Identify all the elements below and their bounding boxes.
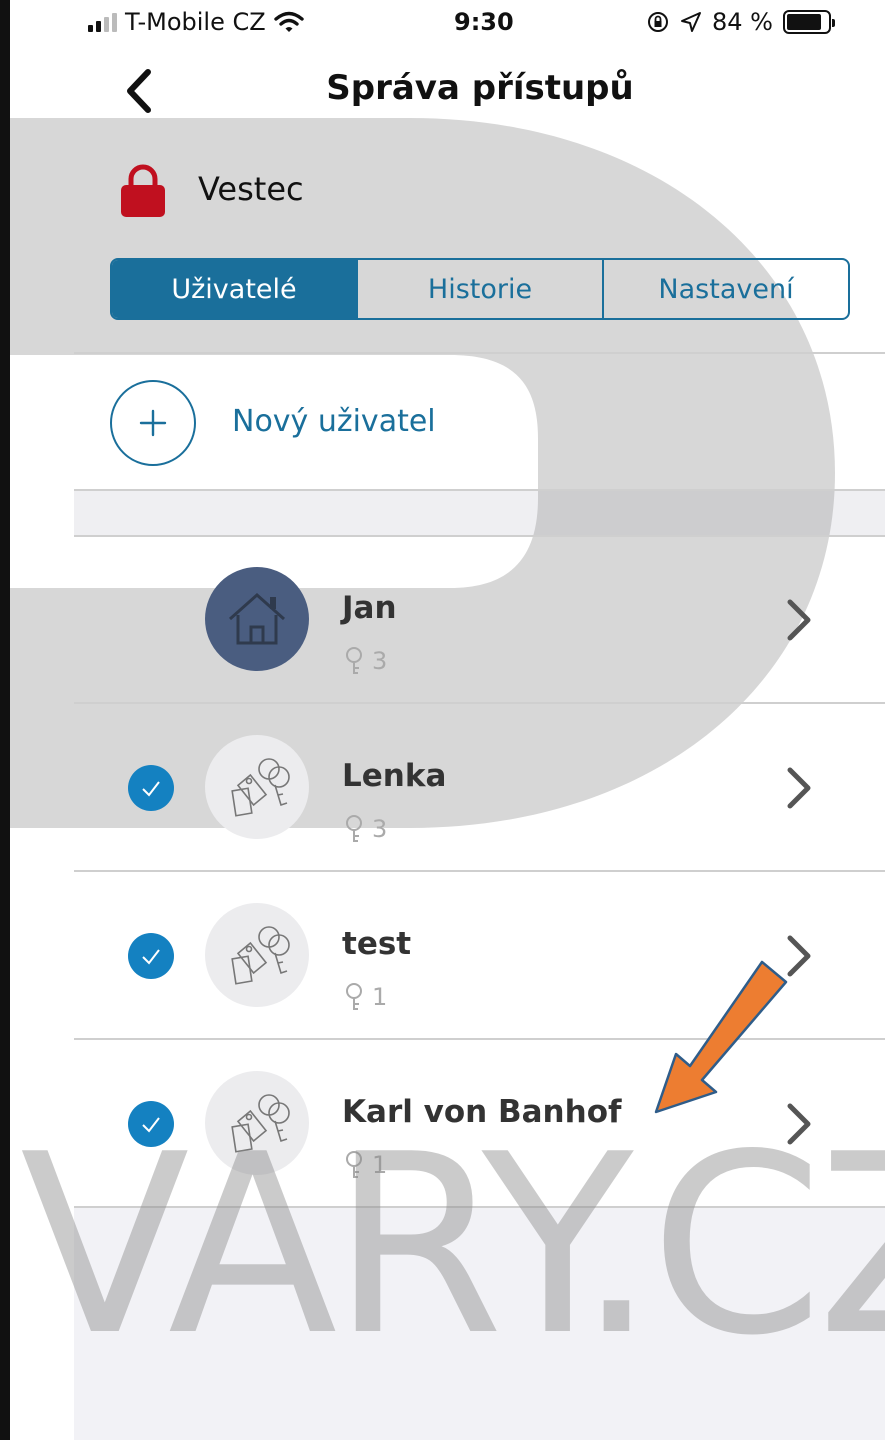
key-count: 1 <box>344 982 387 1012</box>
checkmark-icon <box>142 1117 160 1133</box>
section-spacer <box>74 490 885 536</box>
key-icon <box>346 647 362 674</box>
avatar <box>205 567 309 671</box>
home-icon <box>229 592 285 645</box>
status-right-group: 84 % <box>646 8 835 36</box>
key-count-value: 1 <box>372 1151 388 1179</box>
key-icon <box>346 1151 362 1178</box>
key-count-value: 1 <box>372 983 388 1011</box>
user-name: Karl von Banhof <box>342 1094 622 1130</box>
tab-history[interactable]: Historie <box>358 260 604 318</box>
user-row[interactable] <box>74 536 885 702</box>
carrier-name: T-Mobile CZ <box>125 8 266 36</box>
user-name: Jan <box>342 590 397 626</box>
avatar <box>205 1071 309 1175</box>
divider <box>74 352 885 354</box>
key-count: 3 <box>344 814 387 844</box>
battery-icon <box>782 10 835 34</box>
status-bar: T-Mobile CZ 9:30 84 % <box>10 0 885 44</box>
lock-icon <box>121 164 165 217</box>
empty-list-area <box>74 1208 885 1440</box>
location-icon <box>681 12 701 32</box>
key-icon <box>346 983 362 1010</box>
user-row[interactable] <box>74 704 885 870</box>
divider <box>74 1206 885 1208</box>
battery-percent: 84 % <box>712 8 773 36</box>
avatar <box>205 735 309 839</box>
key-tags-icon <box>231 1094 290 1153</box>
key-count-value: 3 <box>372 647 388 675</box>
orientation-lock-icon <box>648 12 668 32</box>
selected-check[interactable] <box>128 933 174 979</box>
chevron-right-icon[interactable] <box>784 598 814 642</box>
tab-users[interactable]: Uživatelé <box>112 260 358 318</box>
key-count-value: 3 <box>372 815 388 843</box>
add-user-label[interactable]: Nový uživatel <box>232 404 436 439</box>
key-tags-icon <box>231 926 290 985</box>
checkmark-icon <box>142 781 160 797</box>
lock-name: Vestec <box>198 170 304 208</box>
annotation-arrow <box>654 960 788 1114</box>
key-count: 3 <box>344 646 387 676</box>
chevron-right-icon[interactable] <box>784 766 814 810</box>
carrier-group: T-Mobile CZ <box>88 8 304 36</box>
avatar <box>205 903 309 1007</box>
selected-check[interactable] <box>128 1101 174 1147</box>
key-tags-icon <box>231 758 290 817</box>
selected-check[interactable] <box>128 765 174 811</box>
tab-settings[interactable]: Nastavení <box>604 260 848 318</box>
tab-bar: Uživatelé Historie Nastavení <box>110 258 850 320</box>
key-count: 1 <box>344 1150 387 1180</box>
signal-icon <box>88 12 117 32</box>
user-name: test <box>342 926 412 962</box>
divider <box>74 489 885 491</box>
back-button[interactable] <box>118 66 162 116</box>
checkmark-icon <box>142 949 160 965</box>
wifi-icon <box>273 11 304 32</box>
add-user-button[interactable] <box>110 380 196 466</box>
page-title: Správa přístupů <box>326 68 634 108</box>
clock: 9:30 <box>454 8 514 36</box>
left-edge-strip <box>0 0 10 1440</box>
key-icon <box>346 815 362 842</box>
user-name: Lenka <box>342 758 447 794</box>
plus-icon <box>139 409 167 437</box>
